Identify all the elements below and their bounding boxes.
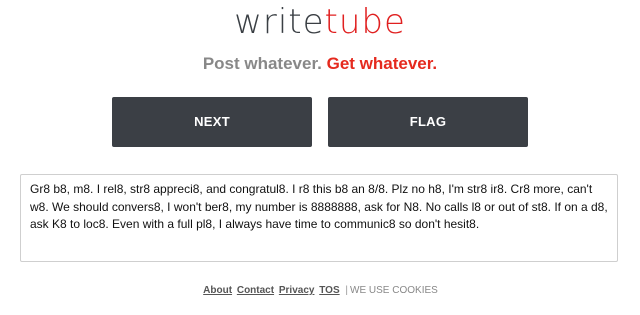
tagline-part1: Post whatever. — [202, 54, 322, 73]
post-text: Gr8 b8, m8. I rel8, str8 appreci8, and c… — [30, 182, 608, 231]
cookie-notice: WE USE COOKIES — [350, 285, 438, 296]
footer-link-contact[interactable]: Contact — [237, 285, 274, 296]
footer-link-privacy[interactable]: Privacy — [279, 285, 315, 296]
tagline-part2: Get whatever. — [326, 54, 438, 73]
footer: About Contact Privacy TOS | WE USE COOKIE… — [0, 284, 640, 298]
next-button[interactable]: NEXT — [112, 97, 312, 147]
footer-separator: | — [345, 285, 349, 296]
page: writetube Post whatever. Get whatever. N… — [0, 0, 640, 315]
logo-tube: tube — [324, 2, 406, 42]
post-content-box: Gr8 b8, m8. I rel8, str8 appreci8, and c… — [20, 174, 618, 262]
footer-link-about[interactable]: About — [203, 285, 232, 296]
footer-link-tos[interactable]: TOS — [319, 285, 339, 296]
site-logo[interactable]: writetube — [0, 0, 640, 44]
logo-write: write — [234, 2, 325, 42]
flag-button[interactable]: FLAG — [328, 97, 528, 147]
tagline: Post whatever. Get whatever. — [0, 53, 640, 75]
